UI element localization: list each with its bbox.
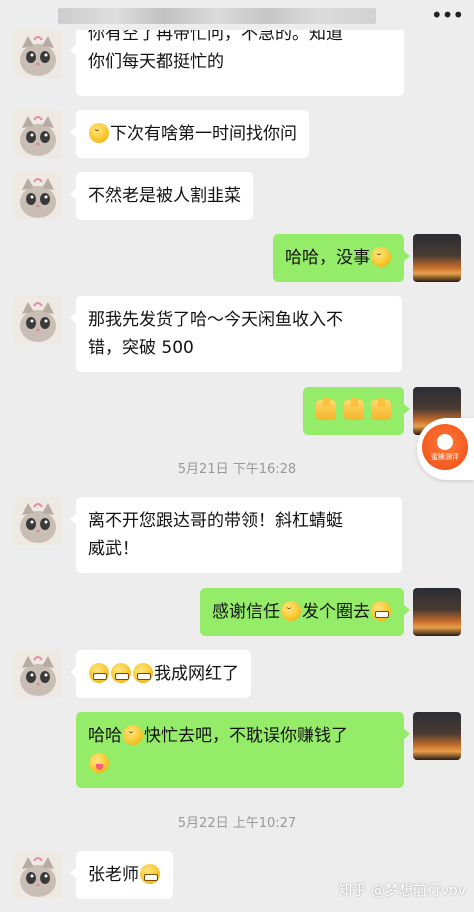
contact-avatar[interactable] [14,650,62,698]
message-text: 离不开您跟达哥的带领！斜杠蜻蜓 [88,511,343,531]
timestamp: 5月21日 下午16:28 [177,462,297,477]
tongue-out-emoji-icon [89,753,109,773]
grinning-emoji-icon [89,663,109,683]
contact-avatar[interactable] [14,497,62,545]
contact-avatar[interactable] [14,851,62,899]
message-text: 发个圈去 [302,602,370,622]
message-text: 你们每天都挺忙的 [88,52,224,72]
contact-avatar[interactable] [14,172,62,220]
message-text: 下次有啥第一时间找你问 [110,124,297,144]
message-bubble[interactable]: 离不开您跟达哥的带领！斜杠蜻蜓 威武！ [70,497,402,573]
message-bubble[interactable]: 那我先发货了哈～今天闲鱼收入不 错，突破 500 [70,296,402,372]
message-bubble[interactable]: 感谢信任 发个圈去 [200,588,410,636]
message-bubble[interactable]: 哈哈 快忙去吧，不耽误你赚钱了 [76,712,410,788]
grinning-emoji-icon [133,663,153,683]
message-text: 威武！ [88,539,139,559]
watermark: 知乎 @梦想前行vov [338,883,466,899]
message-text: 不然老是被人割韭菜 [88,186,241,206]
message-text: 错，突破 500 [88,338,194,358]
timestamp: 5月22日 上午10:27 [177,816,297,831]
contact-avatar[interactable] [14,110,62,158]
contact-avatar[interactable] [14,296,62,344]
message-bubble[interactable]: 哈哈，没事 [273,234,410,282]
my-avatar[interactable] [413,234,461,282]
grinning-emoji-icon [140,864,160,884]
grinning-emoji-icon [371,601,391,621]
message-text: 快忙去吧，不耽误你赚钱了 [144,726,348,746]
chat-header: ••• [0,0,474,30]
my-avatar[interactable] [413,712,461,760]
message-text: 我成网红了 [154,664,239,684]
thumbs-up-icon [371,397,391,420]
my-avatar[interactable] [413,588,461,636]
message-bubble[interactable]: 张老师 [70,851,173,899]
thumbs-up-icon [343,397,364,420]
message-bubble[interactable]: 下次有啥第一时间找你问 [70,110,309,158]
message-text: 哈哈 [88,726,122,746]
grinning-emoji-icon [111,663,131,683]
message-text: 哈哈，没事 [285,248,370,268]
message-text: 感谢信任 [212,602,280,622]
more-dots-icon[interactable]: ••• [431,2,464,28]
message-bubble[interactable]: 不然老是被人割韭菜 [70,172,253,220]
thinking-emoji-icon [371,245,391,273]
message-text: 那我先发货了哈～今天闲鱼收入不 [88,310,343,330]
thumbs-up-icon [316,397,337,420]
thinking-emoji-icon [89,121,109,149]
thinking-emoji-icon [123,723,143,751]
message-text: 张老师 [88,865,139,885]
message-bubble[interactable] [303,387,410,435]
message-bubble[interactable]: 你有空了再带忙问，不急的。知道 你们每天都挺忙的 [70,24,404,96]
thinking-emoji-icon [281,599,301,627]
blurred-contact-name [58,8,376,24]
contact-avatar[interactable] [14,30,62,78]
message-bubble[interactable]: 我成网红了 [70,650,251,698]
